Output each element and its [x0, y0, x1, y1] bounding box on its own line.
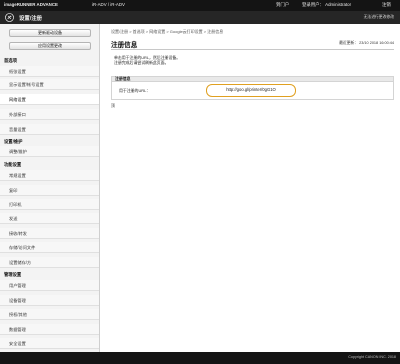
intro-line-2: 注册完成后请尝试刷新此页面。	[114, 60, 169, 66]
sidebar-item-volume[interactable]: 音量设置	[0, 124, 99, 135]
sidebar-item-external-interface[interactable]: 外部接口	[0, 109, 99, 120]
update-device-button[interactable]: 更新驱动设备	[9, 29, 91, 37]
sidebar-item-network[interactable]: 网络设置	[0, 94, 99, 105]
page-section-title: 设置/注册	[19, 16, 43, 22]
registration-url-link[interactable]: http://goo.gl/printer/0gG1O	[206, 84, 296, 97]
sidebar-item-user-management[interactable]: 用户管理	[0, 280, 99, 291]
info-table-row: 用于注册的URL： http://goo.gl/printer/0gG1O	[111, 82, 394, 100]
section-maintenance: 设置/维护	[4, 139, 23, 144]
product-name: imageRUNNER ADVANCE	[4, 2, 58, 7]
device-name: iR-ADV / iR-ADV	[92, 2, 125, 7]
last-updated: 最近更新： 23/10 2018 16:00:44	[339, 41, 394, 45]
sidebar-item-display[interactable]: 显示设置/帐号设置	[0, 79, 99, 90]
sidebar-item-common[interactable]: 常规设置	[0, 170, 99, 181]
footer: Copyright CANON INC. 2018	[0, 352, 400, 364]
back-to-top-link[interactable]: 顶	[111, 103, 115, 109]
portal-link[interactable]: 到门户	[276, 2, 289, 8]
sidebar-item-store-access[interactable]: 存储/访问文件	[0, 242, 99, 253]
sidebar-item-adjust-maintenance[interactable]: 调整/维护	[0, 146, 99, 157]
sidebar-item-paper[interactable]: 纸张设置	[0, 66, 99, 77]
top-bar: imageRUNNER ADVANCE iR-ADV / iR-ADV 到门户 …	[0, 0, 400, 11]
sidebar-item-security[interactable]: 安全设置	[0, 338, 99, 349]
apply-settings-button[interactable]: 应用设置更改	[9, 42, 91, 50]
sidebar-item-license[interactable]: 授权/其他	[0, 309, 99, 320]
sidebar-item-send[interactable]: 发送	[0, 213, 99, 224]
title-divider	[111, 49, 394, 50]
sidebar-item-copy[interactable]: 复印	[0, 185, 99, 196]
sidebar-item-data-management[interactable]: 数据管理	[0, 324, 99, 335]
logout-link[interactable]: 注销	[382, 2, 391, 8]
section-preferences: 首选项	[4, 58, 17, 63]
section-function: 功能设置	[4, 162, 22, 167]
sidebar-item-printer[interactable]: 打印机	[0, 199, 99, 210]
settings-icon	[5, 13, 14, 22]
main-content: 设置/注册 > 首选项 > 网络设置 > Google云打印设置 > 注册信息 …	[100, 24, 400, 352]
sidebar: 更新驱动设备 应用设置更改 首选项 纸张设置 显示设置/帐号设置 网络设置 外部…	[0, 24, 100, 352]
login-user: 登录用户： Administrator	[302, 2, 352, 7]
section-admin: 管理设置	[4, 272, 22, 277]
page-title: 注册信息	[111, 42, 138, 49]
registration-url-label: 用于注册的URL：	[119, 88, 151, 93]
sidebar-item-receive-forward[interactable]: 接收/转发	[0, 228, 99, 239]
sidebar-item-device-management[interactable]: 设备管理	[0, 295, 99, 306]
status-note: 无法进行更改修改	[363, 15, 394, 19]
title-bar: 设置/注册 无法进行更改修改	[0, 11, 400, 24]
intro-text: 单击用于注册的URL，然后注册设备。 注册完成后请尝试刷新此页面。	[114, 55, 180, 65]
sidebar-item-device-storage[interactable]: 设置储存/方	[0, 257, 99, 268]
copyright: Copyright CANON INC. 2018	[348, 355, 396, 359]
breadcrumb[interactable]: 设置/注册 > 首选项 > 网络设置 > Google云打印设置 > 注册信息	[111, 29, 223, 35]
